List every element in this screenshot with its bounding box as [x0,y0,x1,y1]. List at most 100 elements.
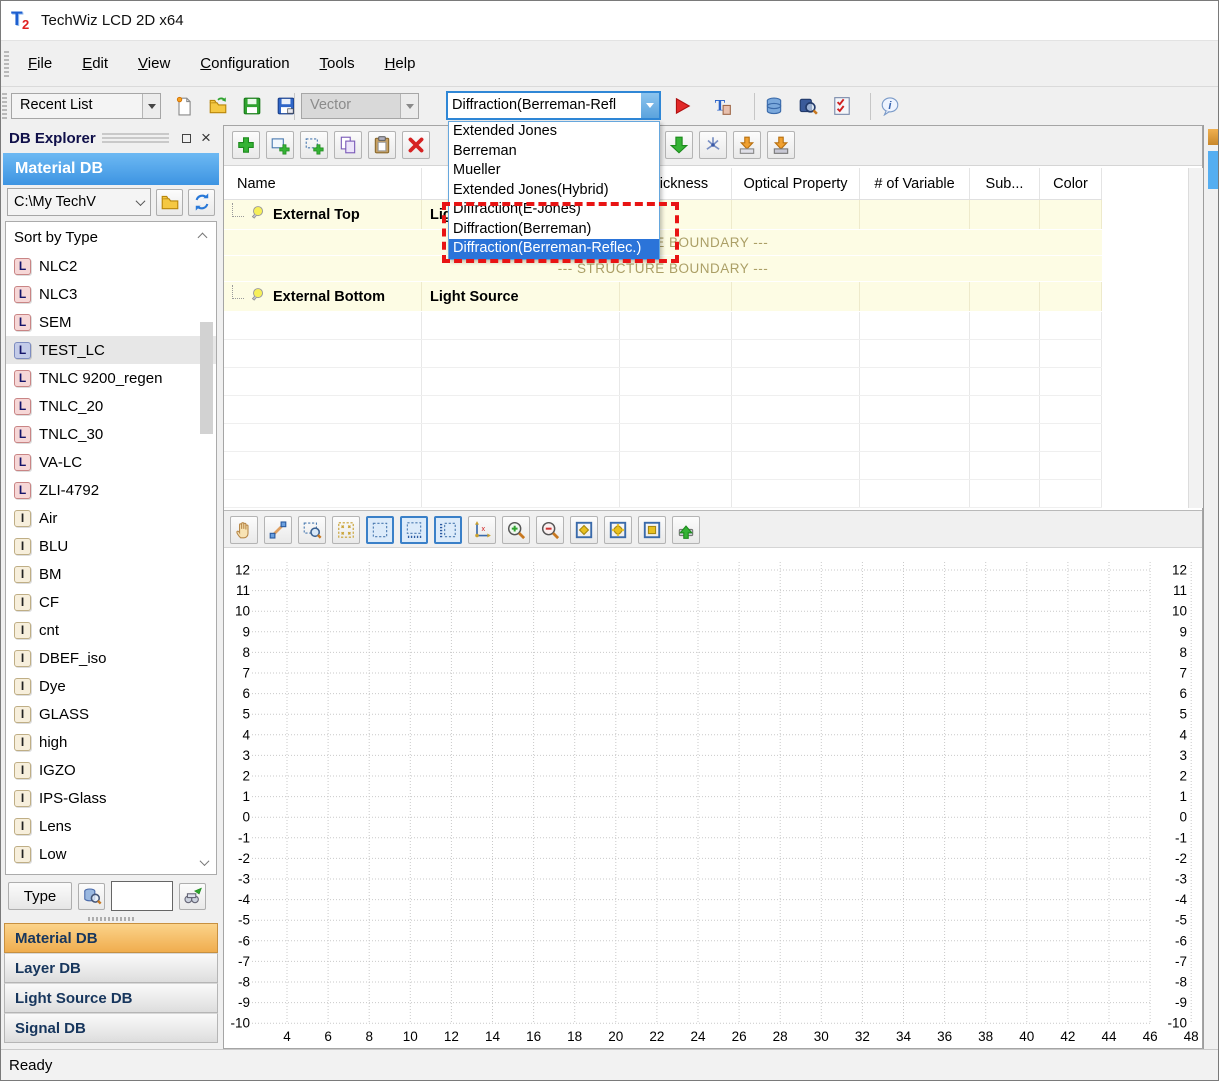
dropdown-option[interactable]: Mueller [449,161,659,181]
right-dock-strip[interactable] [1203,125,1219,1049]
simulation-method-combo[interactable]: Diffraction(Berreman-Refl [446,91,661,120]
axes-3d-icon[interactable] [699,131,727,159]
empty-table-row[interactable] [224,340,1102,368]
list-item-ips-glass[interactable]: IIPS-Glass [6,784,216,812]
db-search-icon[interactable] [793,91,823,121]
menubar-grip-icon[interactable] [4,51,9,77]
menu-view[interactable]: View [125,50,183,77]
empty-table-row[interactable] [224,424,1102,452]
empty-table-row[interactable] [224,368,1102,396]
list-item-cnt[interactable]: Icnt [6,616,216,644]
recent-list-dropdown-arrow[interactable] [142,94,160,118]
simulation-method-dropdown-arrow[interactable] [641,93,659,118]
chart-plot-area[interactable]: -10-10-9-9-8-8-7-7-6-6-5-5-4-4-3-3-2-2-1… [224,548,1202,1048]
column-header-Sub...[interactable]: Sub... [970,168,1040,199]
add-icon[interactable] [232,131,260,159]
list-item-test-lc[interactable]: LTEST_LC [6,336,216,364]
zoom-region-icon[interactable] [298,516,326,544]
list-item-dbef-iso[interactable]: IDBEF_iso [6,644,216,672]
zoom-in-icon[interactable] [502,516,530,544]
vector-combo[interactable]: Vector [301,93,419,119]
db-path-combo[interactable]: C:\My TechV [7,188,151,216]
fit-diamond-icon[interactable] [570,516,598,544]
list-item-dye[interactable]: IDye [6,672,216,700]
list-item-sem[interactable]: LSEM [6,308,216,336]
frame-toggle-icon[interactable] [366,516,394,544]
list-item-igzo[interactable]: IIGZO [6,756,216,784]
open-folder-icon[interactable] [203,91,233,121]
check-list-icon[interactable] [827,91,857,121]
copy-icon[interactable] [334,131,362,159]
grid-points-icon[interactable] [332,516,360,544]
list-item-bm[interactable]: IBM [6,560,216,588]
search-input[interactable] [111,881,173,911]
material-list-header[interactable]: Sort by Type [6,222,216,252]
menu-tools[interactable]: Tools [307,50,368,77]
list-scrollbar-thumb[interactable] [200,322,213,434]
dropdown-option[interactable]: Extended Jones(Hybrid) [449,181,659,201]
empty-table-row[interactable] [224,480,1102,508]
new-file-icon[interactable] [169,91,199,121]
export-chart-icon[interactable] [672,516,700,544]
db-find-icon[interactable] [78,883,105,910]
add-layer-icon[interactable] [266,131,294,159]
open-db-folder-icon[interactable] [156,189,183,216]
structure-scroll-area[interactable] [1188,168,1203,508]
chart-svg[interactable]: -10-10-9-9-8-8-7-7-6-6-5-5-4-4-3-3-2-2-1… [224,548,1202,1048]
dropdown-option[interactable]: Diffraction(Berreman) [449,220,659,240]
list-item-zli-4792[interactable]: LZLI-4792 [6,476,216,504]
panel-close-button[interactable]: × [197,129,215,147]
export-template-icon[interactable]: T [707,91,737,121]
column-header-Optical Property[interactable]: Optical Property [732,168,860,199]
list-item-low[interactable]: ILow [6,840,216,868]
dropdown-option[interactable]: Berreman [449,142,659,162]
list-item-glass[interactable]: IGLASS [6,700,216,728]
tab-light-source-db[interactable]: Light Source DB [4,983,218,1013]
material-db-icon[interactable] [759,91,789,121]
column-header-# of Variable[interactable]: # of Variable [860,168,970,199]
zoom-out-icon[interactable] [536,516,564,544]
empty-table-row[interactable] [224,312,1102,340]
toolbar-grip-icon[interactable] [2,93,7,119]
vector-combo-arrow[interactable] [400,94,418,118]
import-icon[interactable] [767,131,795,159]
empty-table-row[interactable] [224,452,1102,480]
tab-material-db[interactable]: Material DB [4,923,218,953]
measure-icon[interactable] [264,516,292,544]
fit-square-icon[interactable] [638,516,666,544]
list-item-blu[interactable]: IBLU [6,532,216,560]
fit-circle-icon[interactable] [604,516,632,544]
list-item-va-lc[interactable]: LVA-LC [6,448,216,476]
menu-help[interactable]: Help [372,50,429,77]
empty-table-row[interactable] [224,396,1102,424]
list-item-nlc2[interactable]: LNLC2 [6,252,216,280]
list-item-oca-black[interactable]: IOCA black [6,868,216,875]
dropdown-option[interactable]: Diffraction(E-Jones) [449,200,659,220]
dropdown-option[interactable]: Diffraction(Berreman-Reflec.) [449,239,659,259]
run-icon[interactable] [667,91,697,121]
list-item-lens[interactable]: ILens [6,812,216,840]
find-go-icon[interactable] [179,883,206,910]
delete-icon[interactable] [402,131,430,159]
list-item-tnlc-30[interactable]: LTNLC_30 [6,420,216,448]
export-icon[interactable] [733,131,761,159]
list-item-cf[interactable]: ICF [6,588,216,616]
tab-layer-db[interactable]: Layer DB [4,953,218,983]
insert-layer-icon[interactable] [300,131,328,159]
type-filter-button[interactable]: Type [8,882,72,910]
panel-restore-button[interactable] [177,129,195,147]
menu-configuration[interactable]: Configuration [187,50,302,77]
save-as-icon[interactable] [271,91,301,121]
y-ruler-toggle-icon[interactable] [434,516,462,544]
column-header-Color[interactable]: Color [1040,168,1102,199]
save-icon[interactable] [237,91,267,121]
refresh-icon[interactable] [188,189,215,216]
paste-icon[interactable] [368,131,396,159]
menu-edit[interactable]: Edit [69,50,121,77]
info-icon[interactable]: i [875,91,905,121]
x-ruler-toggle-icon[interactable] [400,516,428,544]
table-row[interactable]: External TopLight Source [224,200,1102,230]
scroll-up-icon[interactable] [198,232,208,242]
list-item-high[interactable]: Ihigh [6,728,216,756]
column-header-Name[interactable]: Name [224,168,422,199]
